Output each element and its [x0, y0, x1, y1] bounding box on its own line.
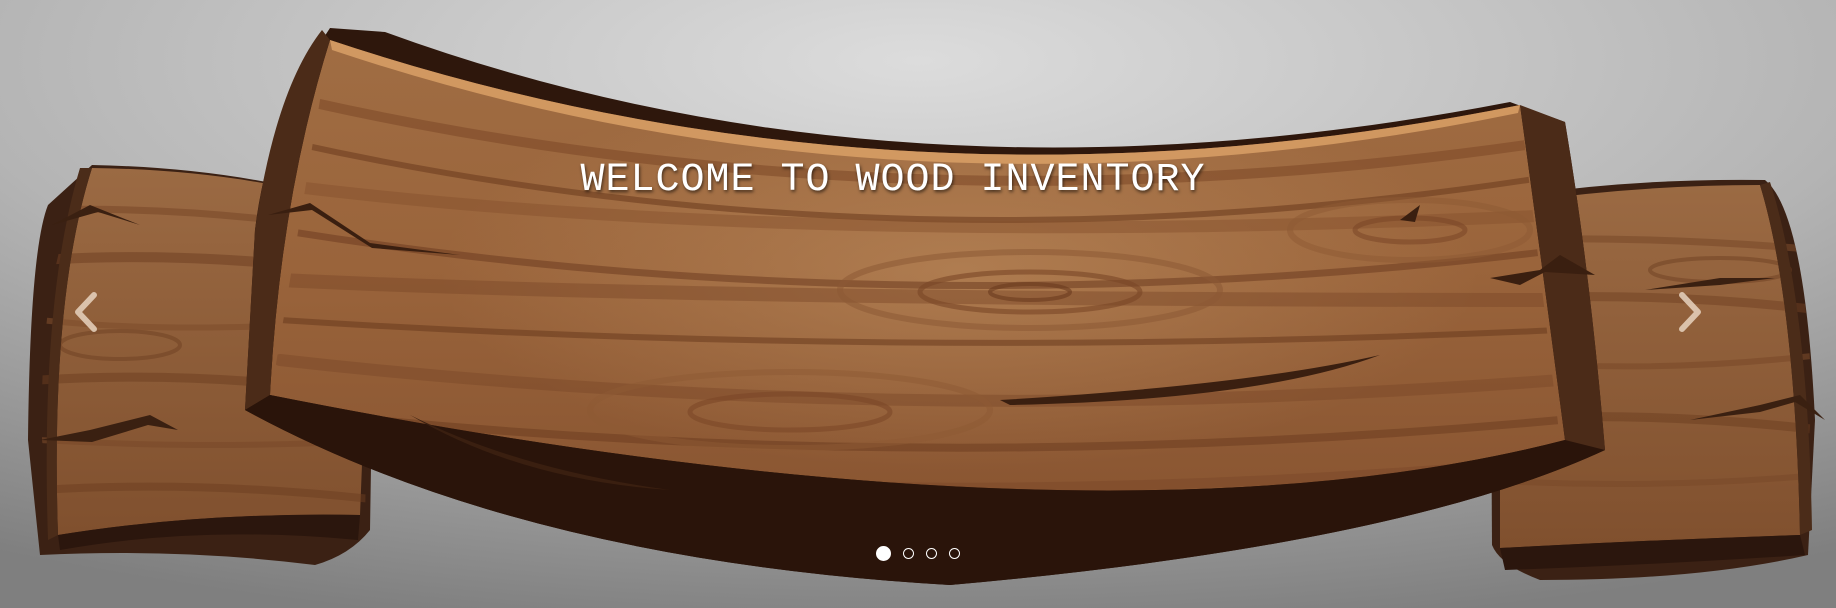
chevron-right-icon	[1679, 292, 1701, 332]
wood-sign-image	[0, 0, 1836, 608]
carousel-indicators	[0, 546, 1836, 561]
carousel-indicator-4[interactable]	[949, 548, 960, 559]
carousel-indicator-2[interactable]	[903, 548, 914, 559]
chevron-left-icon	[75, 292, 97, 332]
carousel-indicator-3[interactable]	[926, 548, 937, 559]
carousel-indicator-1[interactable]	[876, 546, 891, 561]
carousel-next-button[interactable]	[1661, 270, 1721, 354]
carousel-prev-button[interactable]	[55, 270, 115, 354]
hero-carousel: WELCOME TO WOOD INVENTORY	[0, 0, 1836, 608]
